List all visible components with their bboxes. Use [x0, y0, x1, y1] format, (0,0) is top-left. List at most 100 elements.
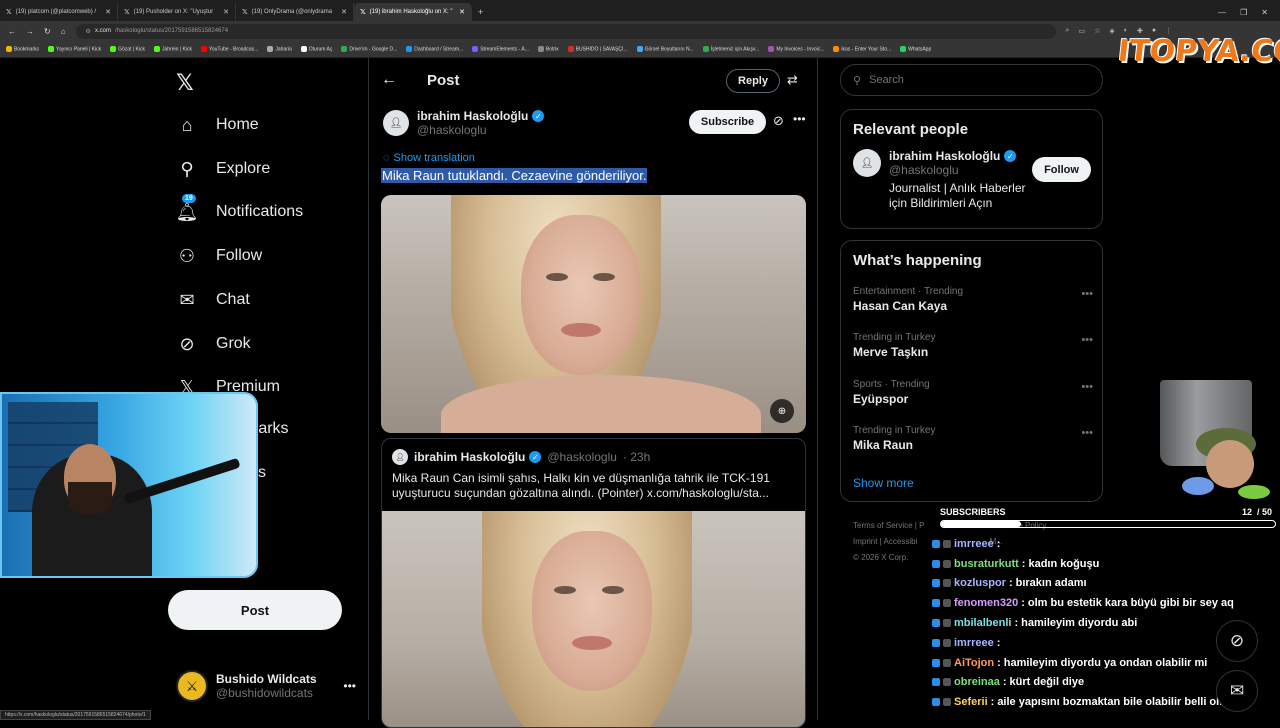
compose-post-button[interactable]: Post: [168, 590, 342, 630]
photo-eye: [554, 586, 576, 594]
footer-link[interactable]: Terms of Service | P: [853, 521, 924, 530]
search-placeholder: Search: [869, 74, 904, 86]
trend-item[interactable]: Trending in Turkey Merve Taşkın •••: [853, 332, 1093, 359]
nav-chat[interactable]: ✉ Chat: [176, 289, 249, 311]
messages-fab-icon[interactable]: ✉: [1216, 670, 1258, 712]
nav-communities[interactable]: s: [258, 464, 266, 482]
url-field[interactable]: ⚙ x.com/haskologlu/status/20175915865158…: [75, 23, 1056, 39]
mascot-hand: [1182, 477, 1214, 495]
bookmark-item[interactable]: İşletmeniz için Akışv...: [702, 45, 759, 52]
x-icon: 𝕏: [360, 9, 366, 16]
account-switcher[interactable]: ⚔ Bushido Wildcats @bushidowildcats •••: [176, 670, 356, 702]
browser-tab[interactable]: 𝕏 (19) OnlyDrama (@onlydrama ✕: [236, 3, 354, 21]
avatar[interactable]: 👤︎: [383, 110, 409, 136]
relevant-people-title: Relevant people: [853, 121, 969, 138]
search-input[interactable]: ⚲ Search: [840, 64, 1103, 96]
nav-explore[interactable]: ⚲ Explore: [176, 158, 270, 180]
bookmark-item[interactable]: Jaharia: [267, 45, 292, 52]
trend-item[interactable]: Entertainment · Trending Hasan Can Kaya ••…: [853, 286, 1093, 313]
bookmark-item[interactable]: Gözat | Kick: [110, 45, 145, 52]
show-translation-link[interactable]: ◌ Show translation: [383, 152, 475, 164]
bookmark-item[interactable]: Botrix: [537, 45, 559, 52]
tab-label: (19) Pusholder on X: "Uyuştur: [133, 9, 214, 15]
whats-happening-card: What’s happening Entertainment · Trendin…: [840, 240, 1103, 502]
nav-notifications[interactable]: 🔔︎ 19 Notifications: [176, 194, 303, 223]
chat-message: imrreee :: [932, 534, 1262, 554]
bookmark-item[interactable]: Yayıncı Paneli | Kick: [48, 45, 102, 53]
more-icon[interactable]: •••: [343, 679, 356, 693]
bookmark-item[interactable]: Dashboard / Stream...: [406, 45, 463, 52]
chat-message: fenomen320 : olm bu estetik kara büyü gib…: [932, 593, 1262, 613]
grok-icon: ⊘: [179, 333, 195, 354]
nav-grok[interactable]: ⊘ Grok: [176, 333, 250, 355]
x-logo-icon[interactable]: 𝕏: [176, 70, 194, 96]
close-icon[interactable]: ✕: [459, 8, 465, 16]
maximize-icon[interactable]: ❐: [1240, 8, 1247, 17]
cast-icon[interactable]: ▭: [1078, 27, 1085, 35]
show-more-link[interactable]: Show more: [853, 476, 914, 490]
more-icon[interactable]: •••: [1081, 381, 1093, 393]
bookmark-item[interactable]: Görsel Boyutlarını N...: [636, 45, 694, 52]
nav-follow[interactable]: ⚇ Follow: [176, 245, 262, 267]
bookmark-item[interactable]: BUSHIDO | SAVAŞÇI...: [567, 45, 628, 52]
verified-icon: ✓: [529, 451, 542, 463]
bookmark-item[interactable]: ikas - Enter Your Sto...: [833, 45, 891, 52]
site-info-icon[interactable]: ⚙: [86, 28, 91, 35]
more-icon[interactable]: •••: [1081, 288, 1093, 300]
badge-icon: [943, 539, 951, 548]
reply-button[interactable]: Reply: [726, 69, 780, 93]
more-icon[interactable]: •••: [1081, 427, 1093, 439]
reload-icon[interactable]: ↻: [44, 27, 51, 36]
browser-tab-active[interactable]: 𝕏 (19) ibrahim Haskoloğlu on X: " ✕: [354, 3, 472, 21]
x-icon: 𝕏: [242, 9, 248, 16]
chat-message: kozluspor : bırakın adamı: [932, 574, 1262, 594]
post-author[interactable]: 👤︎ ibrahim Haskoloğlu ✓ @haskologlu: [383, 109, 545, 137]
zoom-icon[interactable]: ⌕: [1066, 27, 1070, 35]
post-photo[interactable]: ⊕: [381, 195, 806, 433]
bookmark-item[interactable]: Bookmarks: [6, 45, 39, 52]
more-icon[interactable]: •••: [1081, 334, 1093, 346]
more-icon[interactable]: •••: [793, 112, 806, 126]
browser-tab[interactable]: 𝕏 (19) platcom (@platcomweb) / ✕: [0, 3, 118, 21]
extension-icon[interactable]: ◈: [1109, 27, 1114, 35]
trend-item[interactable]: Trending in Turkey Mika Raun •••: [853, 425, 1093, 452]
follow-button[interactable]: Follow: [1032, 157, 1091, 182]
browser-tab[interactable]: 𝕏 (19) Pusholder on X: "Uyuştur ✕: [118, 3, 236, 21]
grok-fab-icon[interactable]: ⊘: [1216, 620, 1258, 662]
bookmark-item[interactable]: Drive'ım - Google D...: [341, 45, 397, 52]
close-window-icon[interactable]: ✕: [1261, 8, 1268, 17]
quoted-post[interactable]: 👤︎ ibrahim Haskoloğlu ✓ @haskologlu · 23h…: [381, 438, 806, 728]
badge-icon: [943, 559, 951, 568]
minimize-icon[interactable]: —: [1218, 8, 1226, 17]
badge-icon: [943, 698, 951, 707]
footer-link[interactable]: Imprint | Accessibi: [853, 537, 917, 546]
grok-icon[interactable]: ⊘: [773, 113, 784, 129]
status-bar-url: https://x.com/haskologlu/status/20175915…: [0, 710, 151, 720]
bookmark-item[interactable]: StreamElements - A...: [472, 45, 529, 52]
back-arrow-icon[interactable]: ←: [381, 71, 397, 89]
avatar[interactable]: 👤︎: [853, 149, 881, 177]
close-icon[interactable]: ✕: [105, 8, 111, 16]
photo-eye: [546, 273, 568, 281]
trend-item[interactable]: Sports · Trending Eyüpspor •••: [853, 379, 1093, 406]
mascot-sticker: [1182, 428, 1270, 499]
subscribe-button[interactable]: Subscribe: [689, 110, 766, 134]
bookmark-item[interactable]: Jahrein | Kick: [154, 45, 192, 52]
bookmark-label: Yayıncı Paneli | Kick: [56, 46, 102, 53]
new-tab-icon[interactable]: +: [472, 3, 489, 21]
bookmark-item[interactable]: Oturum Aç: [300, 45, 332, 52]
bookmark-item[interactable]: WhatsApp: [900, 45, 931, 52]
bookmark-item[interactable]: My Invoices - Invoic...: [768, 45, 824, 52]
close-icon[interactable]: ✕: [223, 8, 229, 16]
nav-home[interactable]: ⌂ Home: [176, 114, 259, 136]
bookmark-item[interactable]: YouTube - Broadcas...: [200, 45, 258, 52]
close-icon[interactable]: ✕: [341, 8, 347, 16]
back-icon[interactable]: ←: [8, 27, 16, 36]
star-icon[interactable]: ☆: [1094, 27, 1100, 35]
image-edit-icon[interactable]: ⊕: [770, 399, 794, 423]
home-browser-icon[interactable]: ⌂: [61, 27, 66, 36]
quote-photo[interactable]: [382, 511, 805, 727]
chat-username: imrreee: [954, 537, 994, 550]
forward-icon[interactable]: →: [26, 27, 34, 36]
filter-icon[interactable]: ⇄: [787, 72, 798, 88]
